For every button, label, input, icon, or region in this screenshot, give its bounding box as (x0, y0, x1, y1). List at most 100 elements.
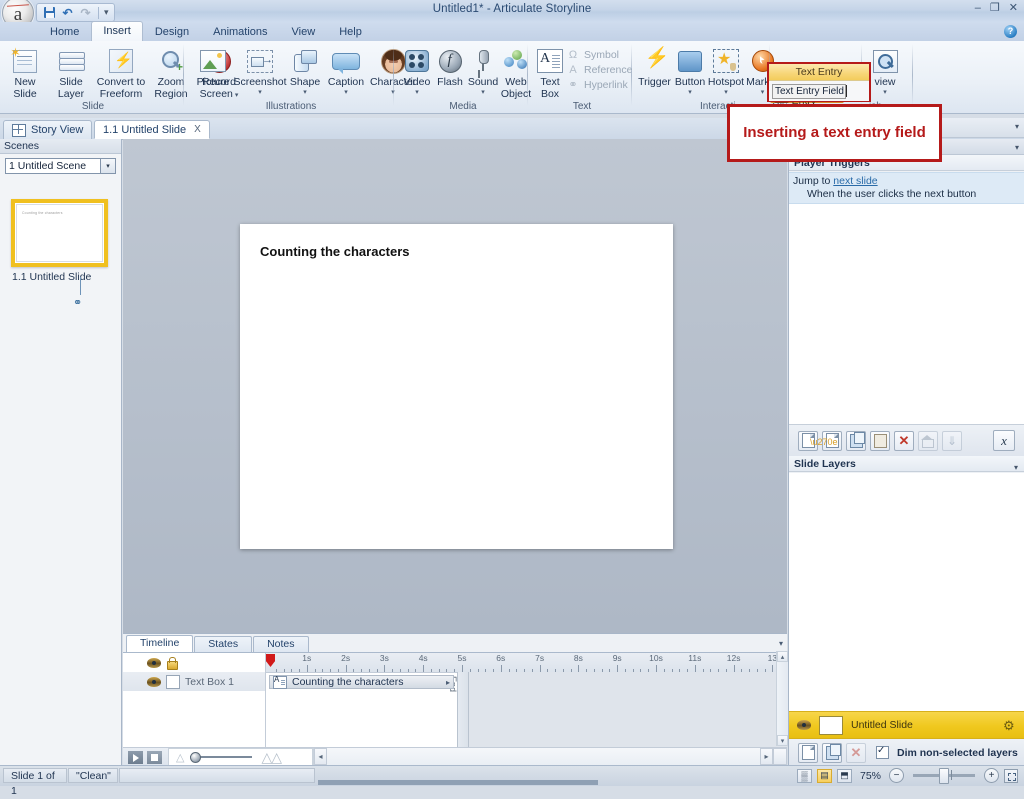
slide-layer-row[interactable]: Untitled Slide ⚙ (789, 711, 1024, 739)
video-button[interactable]: Video ▾ (400, 44, 434, 96)
lock-icon[interactable] (166, 657, 178, 670)
chevron-right-icon[interactable]: ▸ (446, 678, 450, 687)
tab-untitled-slide[interactable]: 1.1 Untitled Slide X (94, 120, 210, 139)
play-button[interactable] (128, 751, 143, 764)
chevron-down-icon[interactable]: ▾ (724, 89, 728, 96)
zoom-out-button[interactable]: − (889, 768, 904, 783)
scroll-up-icon[interactable]: ▴ (777, 651, 788, 662)
chevron-down-icon[interactable]: ▾ (883, 89, 887, 96)
sound-button[interactable]: Sound ▾ (466, 44, 500, 96)
new-slide-button[interactable]: ✶ New Slide (2, 44, 48, 100)
delete-layer-button[interactable]: ✕ (846, 742, 866, 763)
zoom-in-button[interactable]: + (984, 768, 999, 783)
stop-button[interactable] (147, 751, 162, 764)
slide-layers-list[interactable] (789, 473, 1024, 711)
slide-title-textbox[interactable]: Counting the characters (260, 244, 410, 259)
hotspot-button[interactable]: Hotspot ▾ (707, 44, 745, 96)
edit-trigger-button[interactable]: \u270e (810, 430, 842, 451)
eye-icon[interactable] (147, 676, 161, 687)
duplicate-layer-button[interactable] (822, 742, 842, 763)
new-layer-button[interactable] (798, 742, 818, 763)
symbol-button[interactable]: Ω Symbol (566, 48, 632, 61)
view-grid-button[interactable]: ▒ (796, 768, 812, 783)
help-icon[interactable]: ? (1004, 25, 1017, 38)
chevron-down-icon[interactable]: ▾ (104, 7, 109, 18)
restore-button[interactable]: ❐ (990, 3, 1000, 14)
chevron-down-icon[interactable]: ▾ (415, 89, 419, 96)
picture-button[interactable]: Picture (192, 44, 234, 89)
scroll-left-icon[interactable]: ◂ (314, 748, 327, 765)
button-button[interactable]: Button ▾ (673, 44, 707, 96)
scroll-right-icon[interactable]: ▸ (760, 748, 773, 765)
chevron-down-icon[interactable]: ▾ (481, 89, 485, 96)
color-swatch[interactable] (166, 674, 180, 689)
gear-icon[interactable]: ⚙ (1003, 719, 1016, 732)
chevron-down-icon[interactable]: ▾ (1015, 122, 1019, 131)
flash-button[interactable]: Flash (434, 44, 466, 89)
slide-surface[interactable]: Counting the characters (240, 224, 673, 549)
scroll-down-icon[interactable]: ▾ (777, 735, 788, 746)
slide-thumbnail[interactable]: Counting the characters (11, 199, 108, 267)
tab-states[interactable]: States (194, 636, 253, 653)
timeline-zoom-slider[interactable] (190, 752, 253, 763)
close-button[interactable]: ✕ (1009, 3, 1018, 14)
timeline-ruler[interactable]: 1s 2s 3s 4s 5s 6s 7s 8s 9s 10s 11s 12s 13 (266, 653, 787, 673)
chevron-down-icon[interactable]: ▾ (258, 89, 262, 96)
timeline-zoom-control[interactable]: △ △△ (168, 748, 313, 766)
slide-canvas-area[interactable]: Counting the characters (123, 139, 787, 633)
timeline-horizontal-scrollbar[interactable]: ◂ ▸ (313, 748, 787, 766)
preview-button[interactable]: view ▾ (865, 44, 905, 96)
player-triggers-list[interactable]: Jump to next slide When the user clicks … (789, 172, 1024, 424)
timeline-zoom-knob[interactable] (190, 752, 202, 763)
move-down-trigger-button[interactable]: ⇓ (942, 430, 962, 451)
slide-layers-header[interactable]: Slide Layers ▾ (789, 456, 1024, 472)
trigger-wizard-button[interactable]: x (993, 430, 1015, 451)
ribbon-tab-animations[interactable]: Animations (201, 22, 279, 41)
zoom-slider[interactable] (913, 768, 975, 784)
slide-layer-button[interactable]: Slide Layer (48, 44, 94, 100)
timeline-vertical-scrollbar[interactable]: ▴ ▾ (776, 651, 788, 746)
hyperlink-button[interactable]: ⚭ Hyperlink (566, 78, 632, 92)
undo-icon[interactable]: ↶ (60, 5, 75, 20)
tab-story-view[interactable]: Story View (3, 120, 93, 139)
paste-trigger-button[interactable] (870, 430, 890, 451)
zoom-slider-knob[interactable] (939, 768, 949, 784)
ribbon-tab-view[interactable]: View (280, 22, 328, 41)
copy-trigger-button[interactable] (846, 430, 866, 451)
timeline-tracks-area[interactable]: 1s2s3s4s5s6s7s8s9s10s11s12s13 End Counti… (266, 653, 787, 748)
ribbon-tab-home[interactable]: Home (38, 22, 91, 41)
timeline-header-row[interactable] (123, 653, 265, 672)
fit-to-window-button[interactable] (1004, 768, 1018, 783)
shape-button[interactable]: Shape ▾ (286, 44, 324, 96)
close-icon[interactable]: X (194, 124, 201, 135)
ribbon-tab-insert[interactable]: Insert (91, 21, 143, 42)
delete-trigger-button[interactable]: ✕ (894, 430, 914, 451)
timeline-track-row[interactable]: Text Box 1 (123, 672, 265, 691)
window-horizontal-scrollbar[interactable] (318, 780, 598, 785)
timeline-playhead[interactable] (266, 654, 275, 667)
eye-icon[interactable] (797, 720, 811, 730)
tab-notes[interactable]: Notes (253, 636, 309, 653)
chevron-down-icon[interactable]: ▾ (344, 89, 348, 96)
reference-button[interactable]: A Reference (566, 63, 632, 76)
minimize-button[interactable]: – (975, 3, 981, 14)
timeline-object-bar[interactable]: Counting the characters ▸ (269, 675, 454, 689)
move-up-trigger-button[interactable] (918, 430, 938, 451)
save-icon[interactable] (42, 5, 57, 20)
dim-layers-checkbox[interactable] (876, 745, 889, 759)
ribbon-tab-design[interactable]: Design (143, 22, 201, 41)
view-preview-button[interactable]: ⬒ (836, 768, 852, 783)
eye-icon[interactable] (147, 657, 161, 668)
chevron-down-icon[interactable]: ▾ (761, 89, 765, 96)
screenshot-button[interactable]: Screenshot ▾ (233, 44, 287, 96)
trigger-list-item[interactable]: Jump to next slide When the user clicks … (789, 172, 1024, 204)
trigger-target-link[interactable]: next slide (833, 175, 877, 187)
chevron-down-icon[interactable]: ▾ (1015, 143, 1019, 152)
redo-icon[interactable]: ↷ (78, 5, 93, 20)
chevron-down-icon[interactable]: ▾ (303, 89, 307, 96)
link-icon[interactable]: ⚭ (73, 296, 82, 309)
view-normal-button[interactable]: ▤ (816, 768, 832, 783)
convert-to-freeform-button[interactable]: Convert to Freeform (94, 44, 148, 100)
ribbon-tab-help[interactable]: Help (327, 22, 374, 41)
slide-thumbnail-container[interactable]: Counting the characters 1.1 Untitled Sli… (11, 199, 110, 283)
